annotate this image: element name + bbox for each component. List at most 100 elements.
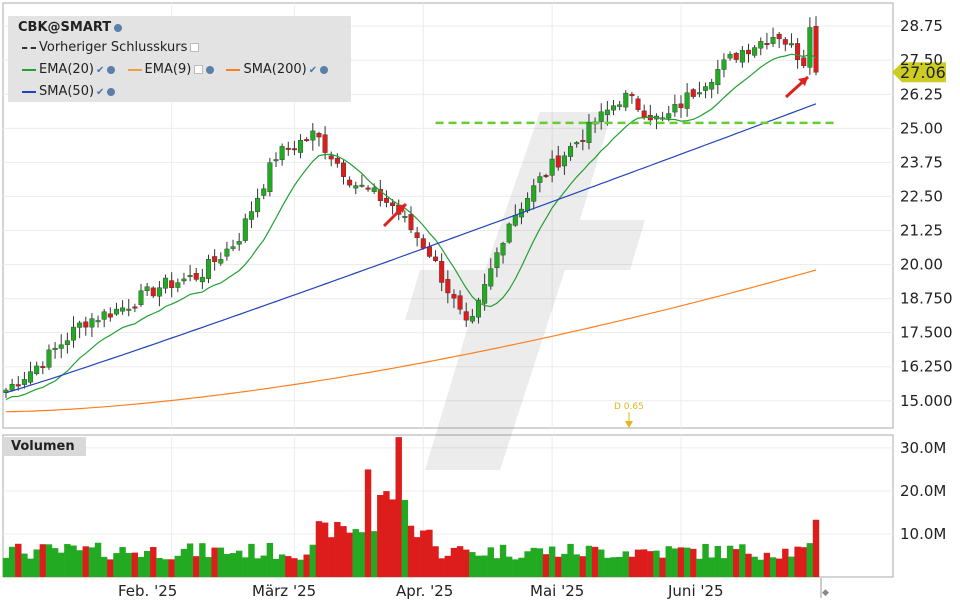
candle-body [623,92,629,108]
volume-bar [714,545,722,577]
candle-body [169,280,175,288]
candle-body [426,246,432,257]
candle-body [451,294,457,299]
volume-bar [426,529,433,577]
candle-body [341,162,347,177]
volume-bar [653,550,660,577]
volume-bar [45,544,53,577]
candle-body [537,176,543,183]
candle-body [310,130,316,141]
candle-body [721,59,727,70]
legend-ema9[interactable]: EMA(9) [127,62,215,77]
volume-bar [536,548,544,577]
candle-body [402,216,408,218]
volume-bar [794,546,801,577]
chart-legend: CBK@SMART Vorheriger Schlusskurs EMA(20)… [8,16,351,102]
candle-body [15,384,21,387]
volume-tick-label: 30.0M [900,439,946,457]
volume-bar [782,548,789,577]
volume-bar [309,544,317,577]
candle-body [334,157,340,164]
price-tick-label: 18.750 [900,290,953,308]
candle-body [709,82,715,90]
candle-body [525,198,531,211]
candle-body [242,218,248,241]
candle-body [727,54,733,59]
candle-body [604,109,610,116]
settings-icon[interactable] [320,65,329,74]
check-icon[interactable]: ✔ [309,65,317,76]
volume-bar [193,556,200,577]
legend-sma200[interactable]: SMA(200) ✔ [226,62,329,77]
candle-body [255,197,261,213]
candle-body [107,313,113,318]
candle-body [739,50,745,63]
candle-body [113,308,119,315]
checkbox-icon[interactable] [194,65,204,74]
candle-body [181,278,187,282]
check-icon[interactable]: ✔ [96,87,104,98]
volume-bar [745,553,752,577]
candle-body [641,110,647,118]
candle-body [611,105,617,111]
volume-bar [481,555,488,577]
settings-icon[interactable] [107,87,116,96]
check-icon[interactable]: ✔ [96,65,104,76]
volume-bar [401,499,409,577]
dividend-label: D 0.65 [614,402,644,412]
legend-ema20[interactable]: EMA(20) ✔ [22,62,116,77]
legend-sma50[interactable]: SMA(50) ✔ [22,84,116,99]
volume-bar [407,525,415,577]
candle-body [629,93,635,97]
volume-bar [168,559,175,577]
volume-bar [39,544,47,577]
candle-body [279,146,285,160]
settings-icon[interactable] [107,65,116,74]
candle-body [684,92,690,109]
volume-bar [739,544,746,577]
price-tick-label: 17.500 [900,324,953,342]
checkbox-icon[interactable] [190,43,200,52]
candle-body [598,111,604,122]
settings-icon[interactable] [114,23,123,32]
candle-body [291,148,297,151]
candle-body [218,259,224,264]
volume-bar [806,543,814,577]
volume-bar [235,550,243,577]
volume-bar [475,555,482,577]
volume-bar [143,551,151,577]
dashed-line-icon [22,46,36,49]
volume-bar [438,558,445,577]
volume-bar [107,559,114,577]
volume-bar [321,522,329,577]
candle-body [586,121,592,143]
legend-row-2: EMA(20) ✔ EMA(9) SMA(200) ✔ [22,62,336,77]
volume-bar [763,552,771,577]
candle-body [488,268,494,287]
candle-body [359,184,365,187]
legend-row-3: SMA(50) ✔ [22,84,123,99]
volume-bar [413,537,421,577]
candle-body [512,215,518,226]
month-tick-label: Apr. '25 [396,582,453,600]
candle-body [120,307,126,312]
volume-bar [370,531,378,577]
price-tick-label: 26.25 [900,85,943,103]
candle-body [494,252,500,268]
candle-body [635,98,641,110]
price-tick-label: 20.00 [900,256,943,274]
candle-body [445,279,451,294]
settings-icon[interactable] [206,65,215,74]
volume-bar [530,547,537,577]
volume-bar [334,521,341,577]
volume-bar [297,559,304,577]
volume-bar [21,553,28,577]
volume-bar [174,555,182,577]
volume-bar [285,556,292,577]
candle-body [236,241,242,245]
volume-bar [395,437,402,577]
volume-bar [512,559,519,577]
legend-prev-close[interactable]: Vorheriger Schlusskurs [22,40,200,55]
volume-panel-title: Volumen [3,437,86,456]
volume-bar [812,519,820,577]
